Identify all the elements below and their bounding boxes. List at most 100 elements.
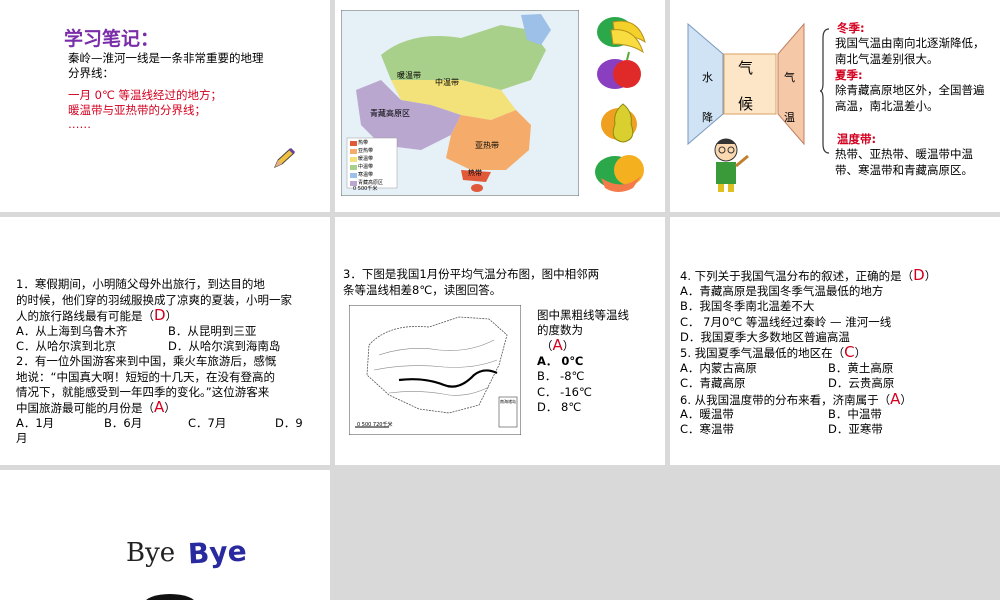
q3-line-2: 条等温线相差8℃，读图回答。 <box>343 283 502 297</box>
q6-option-d: D．亚寒带 <box>828 422 883 436</box>
q4-close: ） <box>924 269 937 283</box>
map-label-plateau: 青藏高原区 <box>370 109 410 118</box>
notes-line-1: 秦岭—淮河一线是一条非常重要的地理 <box>68 51 264 65</box>
q3-option-b: B． -8℃ <box>537 369 585 383</box>
q4-option-c: C． 7月0℃ 等温线经过秦岭 — 淮河一线 <box>680 315 892 329</box>
q4-stem-line: 4. 下列关于我国气温分布的叙述，正确的是（D） <box>680 266 937 285</box>
waving-figure-icon <box>146 594 194 600</box>
q1-answer: D <box>154 306 166 324</box>
banana-icon <box>597 17 646 54</box>
notes-red-1: 一月 0℃ 等温线经过的地方； <box>68 88 223 102</box>
q3-open: （ <box>541 339 553 353</box>
legend-item: 中温带 <box>358 164 374 170</box>
q1-option-a: A．从上海到乌鲁木齐 <box>16 324 128 338</box>
q3-option-a: A． 0℃ <box>537 354 584 368</box>
q5-option-a: A．内蒙古高原 <box>680 361 757 375</box>
q2-line-3: 情况下，就能感受到一年四季的变化。”这位游客来 <box>16 385 270 399</box>
q1-line-1: 1．寒假期间，小明随父母外出旅行，到达目的地 <box>16 277 265 291</box>
slide-goodbye[interactable]: Bye Bye <box>0 470 330 600</box>
q6-stem: 6. 从我国温度带的分布来看，济南属于（ <box>680 393 891 407</box>
q3-answer: A <box>552 336 563 354</box>
q3-close: ） <box>562 339 575 353</box>
q3-side-line-1: 图中黑粗线等温线 <box>537 308 629 322</box>
apple-icon <box>597 51 641 89</box>
map-scale: 0 500千米 <box>353 186 378 192</box>
right-side-label: 气 温 <box>784 71 795 124</box>
bye-text-1: Bye <box>126 538 176 568</box>
south-sea-inset-label: 南海诸岛 <box>500 399 516 404</box>
legend-item: 热带 <box>358 140 369 146</box>
q3-line-1: 3．下图是我国1月份平均气温分布图，图中相邻两 <box>343 267 600 281</box>
pencil-icon <box>274 147 296 168</box>
q5-stem: 5. 我国夏季气温最低的地区在（ <box>680 346 845 360</box>
q5-option-d: D．云贵高原 <box>828 376 895 390</box>
teacher-cartoon-icon <box>714 138 749 192</box>
q2-line-2: 地说：“中国真大啊！短短的十几天，在没有登高的 <box>16 370 275 384</box>
map-label-tropical: 热带 <box>468 169 482 177</box>
zone-heading: 温度带: <box>837 132 877 146</box>
q2-line-1: 2．有一位外国游客来到中国，乘火车旅游后，感慨 <box>16 354 277 368</box>
q4-answer: D <box>913 266 925 284</box>
january-isotherm-map <box>349 305 521 435</box>
q5-option-c: C．青藏高原 <box>680 376 746 390</box>
q1-option-c: C．从哈尔滨到北京 <box>16 339 117 353</box>
q6-answer: A <box>890 390 901 408</box>
q4-option-d: D．我国夏季大多数地区普遍高温 <box>680 330 850 344</box>
q2-line-4: 中国旅游最可能的月份是（A） <box>16 398 176 417</box>
slide-climate-summary[interactable]: 气 候 水 降 气 温 冬季: 我国气温由南向北逐渐降低，南北气温差别很大。 夏… <box>670 0 1000 212</box>
q2-stem: 中国旅游最可能的月份是（ <box>16 401 154 415</box>
center-char-2: 候 <box>738 95 754 113</box>
summer-text: 除青藏高原地区外，全国普遍高温，南北温差小。 <box>835 83 985 113</box>
slide-question-3[interactable]: 3．下图是我国1月份平均气温分布图，图中相邻两 条等温线相差8℃，读图回答。 0… <box>335 217 665 465</box>
q2-option-d: D．9 <box>275 416 303 430</box>
left-side-label: 水 降 <box>702 71 713 124</box>
legend-item: 亚热带 <box>358 148 374 154</box>
q2-answer: A <box>154 398 165 416</box>
q4-stem: 4. 下列关于我国气温分布的叙述，正确的是（ <box>680 269 914 283</box>
q6-option-a: A．暖温带 <box>680 407 734 421</box>
slide-questions-4-6[interactable]: 4. 下列关于我国气温分布的叙述，正确的是（D） A．青藏高原是我国冬季气温最低… <box>670 217 1000 465</box>
bye-text-2: Bye <box>187 534 248 571</box>
slide-temperature-zone-map[interactable]: 中温带 暖温带 青藏高原区 亚热带 热带 热带 亚热带 暖温带 中温带 寒温带 … <box>335 0 665 212</box>
q2-option-d-tail: 月 <box>16 431 28 445</box>
slide-study-notes[interactable]: 学习笔记： 秦岭—淮河一线是一条非常重要的地理 分界线： 一月 0℃ 等温线经过… <box>0 0 330 212</box>
q3-answer-line: （A） <box>541 336 575 355</box>
map-label-subtropical: 亚热带 <box>475 141 499 150</box>
winter-heading: 冬季: <box>837 21 865 35</box>
grapefruit-icon <box>595 155 644 192</box>
notes-title: 学习笔记： <box>64 28 160 50</box>
fruit-icons <box>595 17 646 192</box>
q2-option-a: A．1月 <box>16 416 55 430</box>
q4-option-b: B．我国冬季南北温差不大 <box>680 299 815 313</box>
q6-close: ） <box>900 393 912 407</box>
q1-close: ） <box>165 309 178 323</box>
q5-stem-line: 5. 我国夏季气温最低的地区在（C） <box>680 343 866 362</box>
legend-item: 寒温带 <box>358 172 374 178</box>
q1-option-b: B．从昆明到三亚 <box>168 324 257 338</box>
q2-option-c: C．7月 <box>188 416 227 430</box>
notes-red-3: …… <box>68 117 91 131</box>
q6-option-c: C．寒温带 <box>680 422 735 436</box>
center-char-1: 气 <box>738 59 754 77</box>
legend-item: 暖温带 <box>358 156 374 162</box>
q4-option-a: A．青藏高原是我国冬季气温最低的地方 <box>680 284 884 298</box>
q2-close: ） <box>164 401 176 415</box>
q1-stem: 人的旅行路线最有可能是（ <box>16 309 154 323</box>
q1-line-3: 人的旅行路线最有可能是（D） <box>16 306 178 325</box>
q5-option-b: B．黄土高原 <box>828 361 894 375</box>
q3-option-c: C． -16℃ <box>537 385 592 399</box>
slide-questions-1-2[interactable]: 1．寒假期间，小明随父母外出旅行，到达目的地 的时候，他们穿的羽绒服换成了凉爽的… <box>0 217 330 465</box>
map-scale-bar: 0 500 720千米 <box>357 422 393 428</box>
brace-icon <box>820 28 830 154</box>
map-label-warm-temperate: 暖温带 <box>397 71 421 80</box>
q2-option-b: B．6月 <box>104 416 143 430</box>
map-legend: 热带 亚热带 暖温带 中温带 寒温带 青藏高原区 <box>358 139 383 187</box>
pear-icon <box>601 103 637 143</box>
map-label-mid-temperate: 中温带 <box>435 78 459 87</box>
winter-text: 我国气温由南向北逐渐降低，南北气温差别很大。 <box>835 36 985 66</box>
q3-option-d: D． 8℃ <box>537 400 582 414</box>
notes-line-2: 分界线： <box>68 66 114 80</box>
q5-answer: C <box>844 343 855 361</box>
q6-option-b: B．中温带 <box>828 407 882 421</box>
q1-option-d: D．从哈尔滨到海南岛 <box>168 339 281 353</box>
